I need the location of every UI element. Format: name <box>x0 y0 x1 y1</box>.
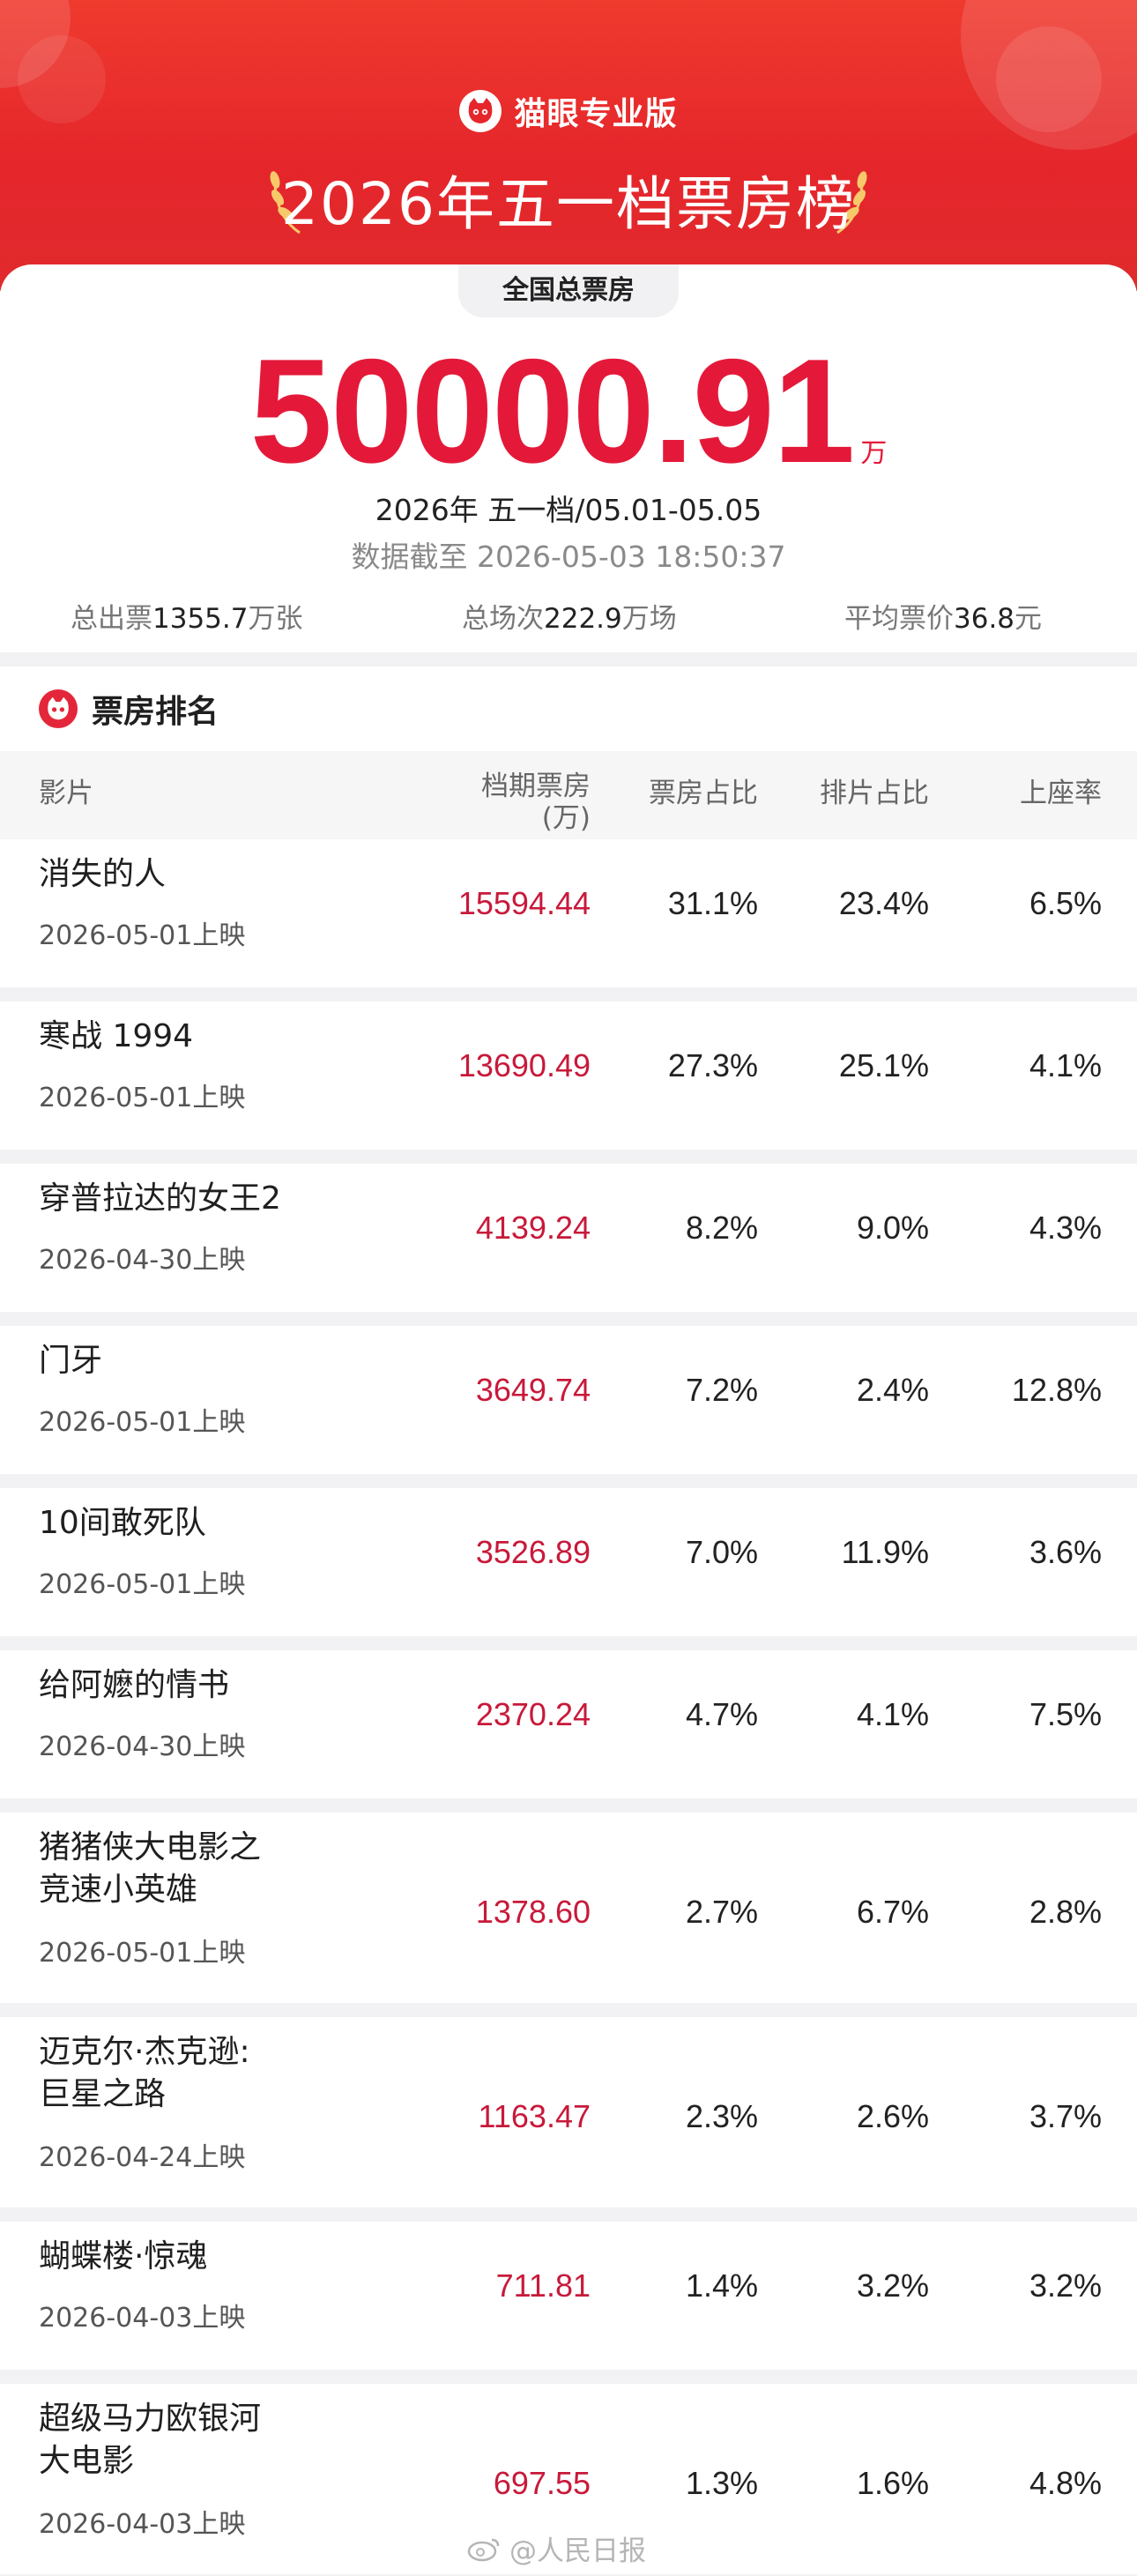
col-box-office: 档期票房 (万) <box>481 771 591 834</box>
film-title: 消失的人 <box>39 856 167 892</box>
box-office-value: 3526.89 <box>475 1534 591 1570</box>
header-banner: 猫眼专业版 2026年五一档票房榜 <box>0 0 1137 291</box>
release-date: 2026-05-01上映 <box>39 1938 246 1969</box>
occupancy-value: 6.5% <box>1029 885 1102 921</box>
summary-card: 全国总票房 50000.91 万 2026年 五一档/05.01-05.05 数据… <box>0 264 1137 652</box>
box-share-value: 2.3% <box>685 2098 758 2134</box>
total-label-pill: 全国总票房 <box>458 264 679 317</box>
stat-avg-price: 平均票价36.8元 <box>844 603 1043 635</box>
ranking-header: 票房排名 <box>0 666 1137 751</box>
watermark-text: @人民日报 <box>509 2535 646 2567</box>
box-share-value: 31.1% <box>667 885 758 921</box>
watermark: @人民日报 <box>467 2528 646 2568</box>
box-office-value: 13690.49 <box>457 1047 591 1083</box>
release-date: 2026-04-03上映 <box>39 2509 246 2540</box>
table-row[interactable]: 寒战 1994 2026-05-01上映 13690.49 27.3% 25.1% 4.1… <box>0 1001 1137 1164</box>
schedule-share-value: 3.2% <box>856 2267 929 2304</box>
box-share-value: 1.4% <box>685 2267 758 2304</box>
table-row[interactable]: 10间敢死队 2026-05-01上映 3526.89 7.0% 11.9% 3.6% <box>0 1488 1137 1650</box>
stats-row: 总出票1355.7万张 总场次222.9万场 平均票价36.8元 <box>0 596 1137 640</box>
film-title: 寒战 1994 <box>39 1018 194 1054</box>
col-occupancy: 上座率 <box>1020 778 1102 809</box>
film-title: 超级马力欧银河 大电影 <box>39 2401 262 2479</box>
box-share-value: 27.3% <box>667 1047 758 1083</box>
release-date: 2026-04-30上映 <box>39 1731 246 1762</box>
schedule-share-value: 9.0% <box>856 1210 929 1246</box>
box-share-value: 2.7% <box>685 1894 758 1930</box>
weibo-icon <box>467 2538 500 2561</box>
film-title: 迈克尔·杰克逊: 巨星之路 <box>39 2034 250 2112</box>
occupancy-value: 4.1% <box>1029 1047 1102 1083</box>
schedule-share-value: 11.9% <box>841 1534 929 1570</box>
schedule-share-value: 23.4% <box>838 885 929 921</box>
box-office-value: 1378.60 <box>475 1894 591 1930</box>
cat-logo-icon <box>459 90 502 132</box>
occupancy-value: 4.3% <box>1029 1210 1102 1246</box>
schedule-share-value: 4.1% <box>856 1696 929 1732</box>
cat-logo-icon <box>39 689 78 728</box>
occupancy-value: 3.2% <box>1029 2267 1102 2304</box>
schedule-share-value: 2.6% <box>856 2098 929 2134</box>
film-title: 10间敢死队 <box>39 1505 206 1541</box>
total-value: 50000.91 <box>249 328 856 494</box>
page-title: 2026年五一档票房榜 <box>281 170 856 238</box>
film-title: 蝴蝶楼·惊魂 <box>39 2238 208 2274</box>
release-date: 2026-05-01上映 <box>39 1407 246 1438</box>
table-row[interactable]: 消失的人 2026-05-01上映 15594.44 31.1% 23.4% 6.5% <box>0 839 1137 1001</box>
box-office-value: 4139.24 <box>475 1210 591 1246</box>
table-row[interactable]: 给阿嬷的情书 2026-04-30上映 2370.24 4.7% 4.1% 7.5% <box>0 1650 1137 1813</box>
release-date: 2026-04-30上映 <box>39 1245 246 1276</box>
brand: 猫眼专业版 <box>0 88 1137 134</box>
table-row[interactable]: 迈克尔·杰克逊: 巨星之路 2026-04-24上映 1163.47 2.3% 2.6% 3… <box>0 2017 1137 2222</box>
col-box-share: 票房占比 <box>649 778 758 809</box>
table-header: 影片 档期票房 (万) 票房占比 排片占比 上座率 <box>0 751 1137 839</box>
occupancy-value: 12.8% <box>1011 1372 1102 1408</box>
ranking-title: 票房排名 <box>92 694 219 730</box>
stat-tickets: 总出票1355.7万张 <box>71 603 303 635</box>
box-share-value: 7.0% <box>685 1534 758 1570</box>
total-unit: 万 <box>860 438 888 469</box>
schedule-share-value: 25.1% <box>838 1047 929 1083</box>
schedule-share-value: 6.7% <box>856 1894 929 1930</box>
release-date: 2026-05-01上映 <box>39 920 246 951</box>
total-box-office: 50000.91 万 <box>0 326 1137 496</box>
schedule-share-value: 1.6% <box>856 2465 929 2501</box>
period-text: 2026年 五一档/05.01-05.05 <box>375 493 762 527</box>
occupancy-value: 2.8% <box>1029 1894 1102 1930</box>
film-title: 穿普拉达的女王2 <box>39 1180 281 1217</box>
film-title: 门牙 <box>39 1343 103 1379</box>
table-row[interactable]: 门牙 2026-05-01上映 3649.74 7.2% 2.4% 12.8% <box>0 1326 1137 1488</box>
box-office-value: 697.55 <box>493 2465 591 2501</box>
col-schedule-share: 排片占比 <box>820 778 929 809</box>
box-office-value: 15594.44 <box>457 885 591 921</box>
table-row[interactable]: 穿普拉达的女王2 2026-04-30上映 4139.24 8.2% 9.0% 4.3% <box>0 1164 1137 1326</box>
occupancy-value: 3.6% <box>1029 1534 1102 1570</box>
ranking-section: 票房排名 影片 档期票房 (万) 票房占比 排片占比 上座率 消失的人 2026-… <box>0 666 1137 2576</box>
box-office-value: 2370.24 <box>475 1696 591 1732</box>
release-date: 2026-04-24上映 <box>39 2142 246 2173</box>
cutoff-time: 数据截至 2026-05-03 18:50:37 <box>351 540 786 574</box>
box-share-value: 1.3% <box>685 2465 758 2501</box>
box-office-value: 3649.74 <box>475 1372 591 1408</box>
box-share-value: 7.2% <box>685 1372 758 1408</box>
film-title: 给阿嬷的情书 <box>39 1667 230 1703</box>
occupancy-value: 3.7% <box>1029 2098 1102 2134</box>
brand-name: 猫眼专业版 <box>514 96 678 132</box>
col-film: 影片 <box>39 778 93 809</box>
box-office-value: 1163.47 <box>478 2098 591 2134</box>
table-row[interactable]: 猪猪侠大电影之 竞速小英雄 2026-05-01上映 1378.60 2.7% 6.7% 2… <box>0 1813 1137 2017</box>
table-row[interactable]: 蝴蝶楼·惊魂 2026-04-03上映 711.81 1.4% 3.2% 3.2% <box>0 2222 1137 2384</box>
release-date: 2026-05-01上映 <box>39 1569 246 1600</box>
schedule-share-value: 2.4% <box>856 1372 929 1408</box>
release-date: 2026-05-01上映 <box>39 1083 246 1113</box>
film-title: 猪猪侠大电影之 竞速小英雄 <box>39 1829 262 1908</box>
occupancy-value: 7.5% <box>1029 1696 1102 1732</box>
box-office-value: 711.81 <box>495 2267 591 2304</box>
stat-screenings: 总场次222.9万场 <box>462 603 677 635</box>
box-share-value: 4.7% <box>685 1696 758 1732</box>
box-share-value: 8.2% <box>685 1210 758 1246</box>
release-date: 2026-04-03上映 <box>39 2303 246 2334</box>
occupancy-value: 4.8% <box>1029 2465 1102 2501</box>
